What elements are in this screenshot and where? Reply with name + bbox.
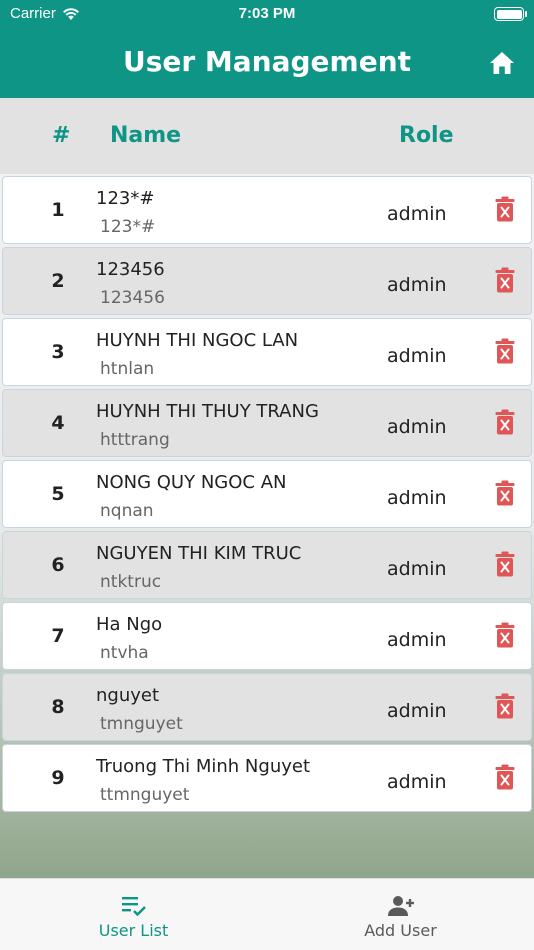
list-check-icon (121, 897, 146, 917)
user-username: 123*# (100, 217, 156, 237)
user-full-name: 123456 (96, 259, 165, 280)
user-role: admin (387, 203, 447, 225)
table-row[interactable]: 7 Ha Ngo ntvha admin (2, 602, 532, 670)
trash-delete-icon[interactable] (495, 338, 515, 364)
user-full-name: HUYNH THI NGOC LAN (96, 330, 299, 351)
table-row[interactable]: 9 Truong Thi Minh Nguyet ttmnguyet admin (2, 744, 532, 812)
user-full-name: HUYNH THI THUY TRANG (96, 401, 319, 422)
trash-delete-icon[interactable] (495, 267, 515, 293)
user-username: nqnan (100, 501, 154, 521)
user-full-name: 123*# (96, 188, 155, 209)
add-user-icon (387, 896, 414, 916)
user-role: admin (387, 345, 447, 367)
row-index: 3 (51, 341, 65, 363)
row-index: 2 (51, 270, 65, 292)
user-username: ttmnguyet (100, 785, 190, 805)
home-icon[interactable] (488, 50, 516, 76)
trash-delete-icon[interactable] (495, 480, 515, 506)
tab-user-list-label: User List (98, 921, 169, 940)
user-role: admin (387, 274, 447, 296)
user-role: admin (387, 487, 447, 509)
column-header-name: Name (110, 123, 182, 148)
user-full-name: NONG QUY NGOC AN (96, 472, 287, 493)
trash-delete-icon[interactable] (495, 622, 515, 648)
column-header-role: Role (399, 123, 454, 148)
user-role: admin (387, 771, 447, 793)
row-index: 5 (51, 483, 65, 505)
trash-delete-icon[interactable] (495, 196, 515, 222)
status-bar: Carrier 7:03 PM (0, 0, 534, 28)
table-row[interactable]: 6 NGUYEN THI KIM TRUC ntktruc admin (2, 531, 532, 599)
app-header: User Management (0, 28, 534, 98)
user-role: admin (387, 629, 447, 651)
table-header: # Name Role (0, 98, 534, 174)
user-role: admin (387, 558, 447, 580)
user-username: 123456 (100, 288, 165, 308)
table-row[interactable]: 4 HUYNH THI THUY TRANG htttrang admin (2, 389, 532, 457)
user-username: tmnguyet (100, 714, 183, 734)
row-index: 1 (51, 199, 65, 221)
trash-delete-icon[interactable] (495, 551, 515, 577)
row-index: 6 (51, 554, 65, 576)
tab-add-user-label: Add User (364, 921, 437, 940)
user-username: htnlan (100, 359, 155, 379)
table-row[interactable]: 3 HUYNH THI NGOC LAN htnlan admin (2, 318, 532, 386)
user-full-name: Truong Thi Minh Nguyet (96, 756, 311, 777)
row-index: 4 (51, 412, 65, 434)
user-username: ntvha (100, 643, 149, 663)
user-username: htttrang (100, 430, 170, 450)
table-row[interactable]: 2 123456 123456 admin (2, 247, 532, 315)
trash-delete-icon[interactable] (495, 764, 515, 790)
tab-user-list[interactable]: User List (0, 879, 267, 950)
table-row[interactable]: 1 123*# 123*# admin (2, 176, 532, 244)
row-index: 7 (51, 625, 65, 647)
user-full-name: NGUYEN THI KIM TRUC (96, 543, 302, 564)
row-index: 9 (51, 767, 65, 789)
trash-delete-icon[interactable] (495, 693, 515, 719)
user-username: ntktruc (100, 572, 162, 592)
trash-delete-icon[interactable] (495, 409, 515, 435)
user-role: admin (387, 416, 447, 438)
table-row[interactable]: 5 NONG QUY NGOC AN nqnan admin (2, 460, 532, 528)
user-full-name: nguyet (96, 685, 160, 706)
user-role: admin (387, 700, 447, 722)
battery-icon (494, 7, 527, 21)
row-index: 8 (51, 696, 65, 718)
tab-add-user[interactable]: Add User (267, 879, 534, 950)
page-title: User Management (122, 45, 412, 78)
bottom-tab-bar: User List Add User (0, 878, 534, 950)
clock: 7:03 PM (238, 5, 296, 22)
user-full-name: Ha Ngo (96, 614, 163, 635)
column-header-index: # (52, 123, 71, 148)
table-row[interactable]: 8 nguyet tmnguyet admin (2, 673, 532, 741)
